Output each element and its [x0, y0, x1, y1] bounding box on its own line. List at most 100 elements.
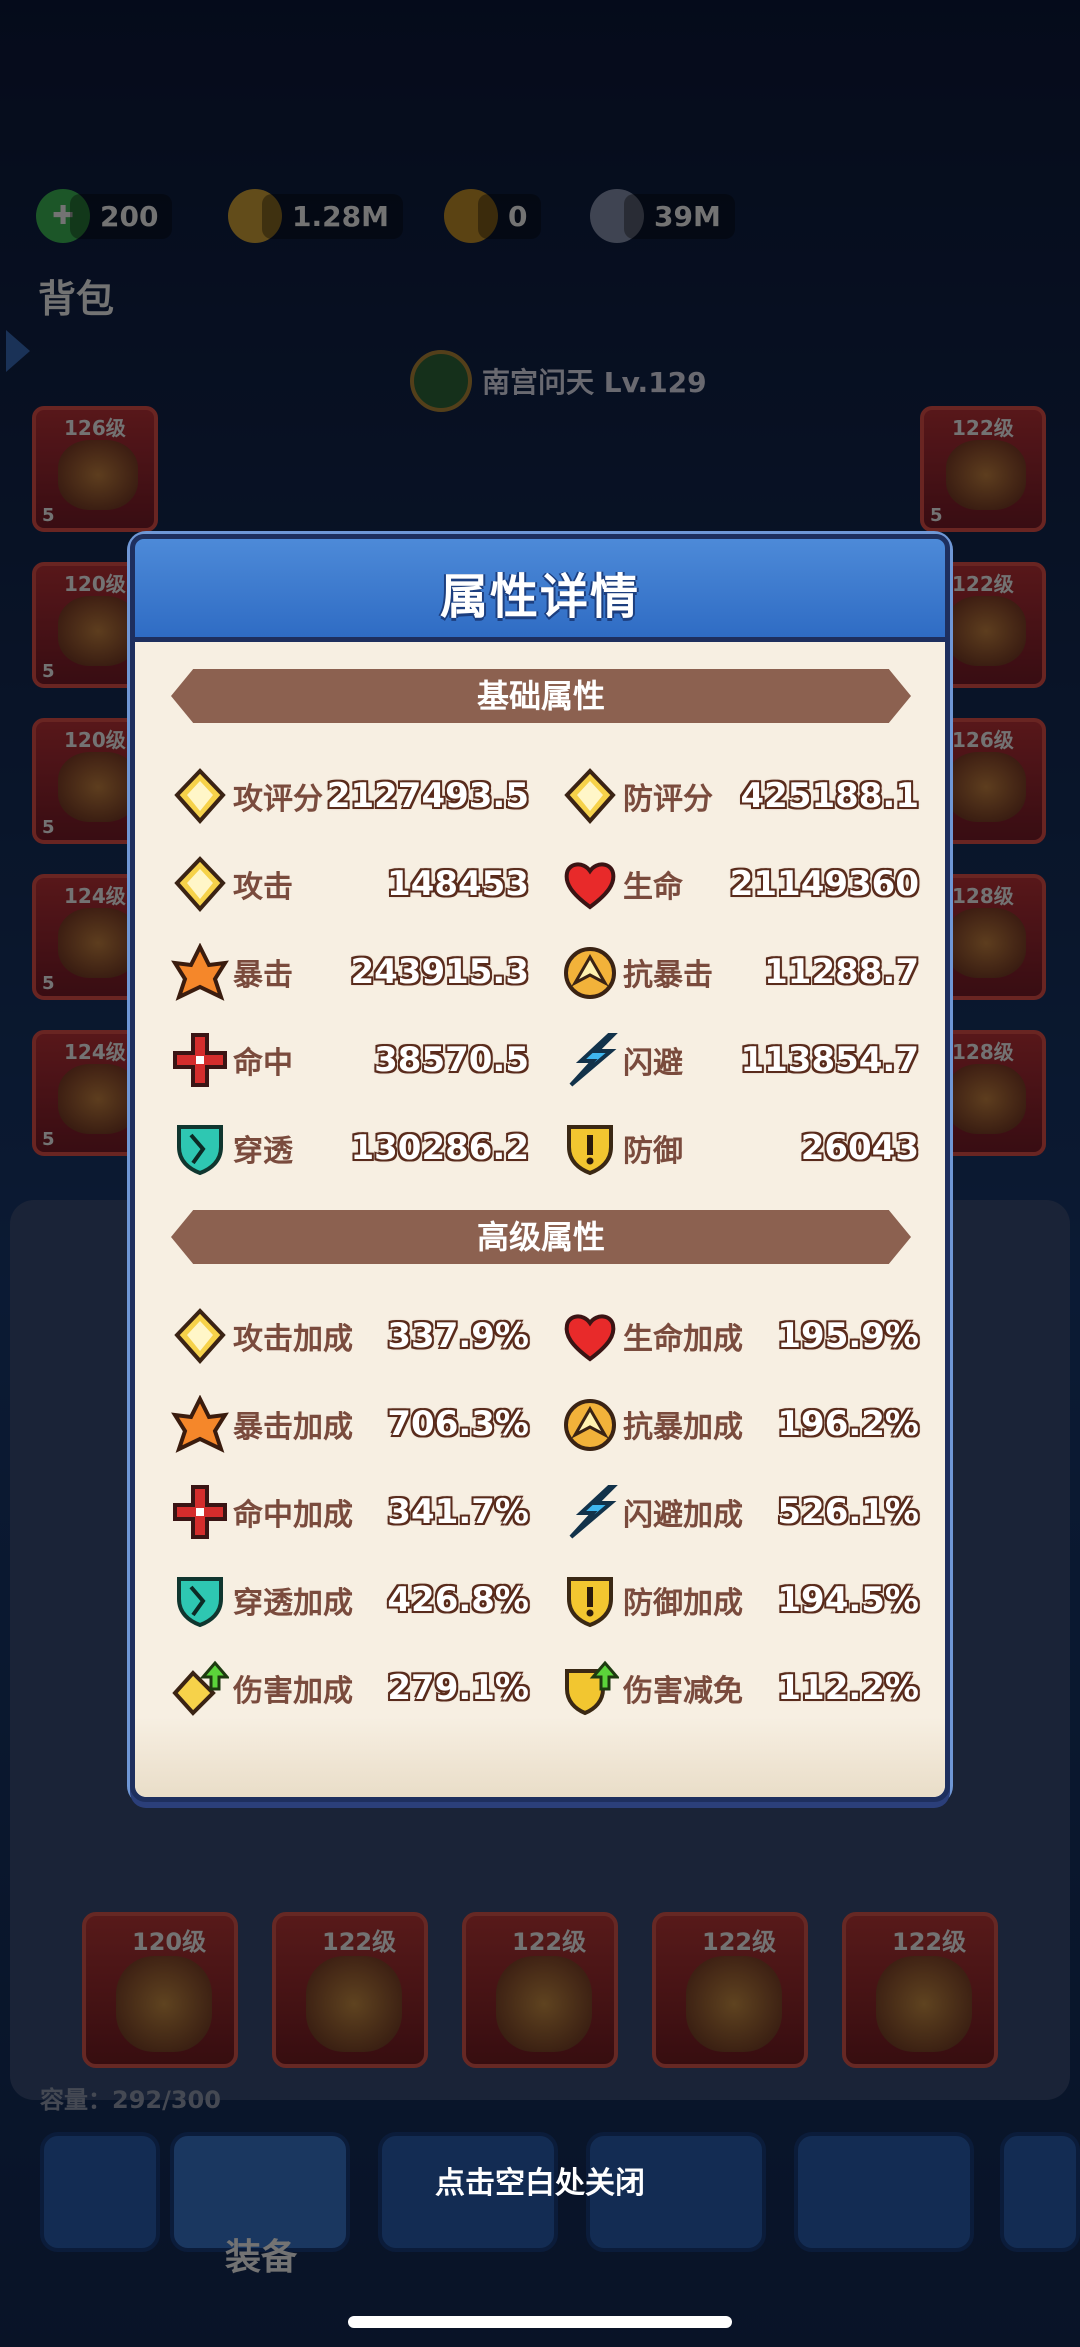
crit-resist-icon [559, 1393, 621, 1455]
modal-title: 属性详情 [439, 569, 640, 625]
hero-name-label: 南宫问天 Lv.129 [482, 366, 707, 399]
stat-name: 闪避加成 [623, 1498, 743, 1533]
crit-icon [169, 1393, 231, 1455]
home-indicator[interactable] [348, 2316, 732, 2328]
attack-icon [169, 1305, 231, 1367]
stat-value: 11288.7 [764, 952, 919, 992]
stat-row: 攻击 148453 [169, 849, 529, 919]
stat-row: 生命 21149360 [559, 849, 919, 919]
slot-level: 124级 [64, 1040, 126, 1064]
stat-value: 196.2% [777, 1404, 919, 1444]
stat-row: 暴击加成 706.3% [169, 1389, 529, 1459]
item-level: 122级 [702, 1928, 777, 1956]
advanced-attributes-label: 高级属性 [476, 1218, 605, 1256]
modal-header: 属性详情 [130, 534, 950, 642]
slot-level: 122级 [952, 416, 1014, 440]
stat-name: 命中加成 [233, 1498, 353, 1533]
modal-ground-decoration [135, 1717, 945, 1797]
defense-score-icon [559, 765, 621, 827]
currency-value: 1.28M [262, 193, 403, 239]
stat-row: 防御 26043 [559, 1113, 919, 1183]
inventory-item[interactable]: 122级 [462, 1912, 618, 2068]
stat-value: 21149360 [729, 864, 919, 904]
inventory-item[interactable]: 122级 [652, 1912, 808, 2068]
stat-name: 防评分 [623, 782, 713, 817]
slot-level: 128级 [952, 884, 1014, 908]
stat-name: 暴击 [233, 958, 293, 993]
currency-gems: ✚ 200 [36, 188, 173, 244]
slot-level: 124级 [64, 884, 126, 908]
advanced-attributes-banner: 高级属性 [171, 1210, 911, 1264]
inventory-item[interactable]: 120级 [82, 1912, 238, 2068]
stat-value: 26043 [800, 1128, 919, 1168]
slot-level: 126级 [952, 728, 1014, 752]
stat-name: 伤害减免 [623, 1674, 743, 1709]
pierce-icon [169, 1117, 231, 1179]
stat-name: 命中 [233, 1046, 293, 1081]
damage-reduce-icon [559, 1657, 621, 1719]
stat-value: 112.2% [777, 1668, 919, 1708]
shield-icon [559, 1117, 621, 1179]
stat-row: 闪避 113854.7 [559, 1025, 919, 1095]
currency-medal: 0 [444, 188, 542, 244]
slot-stars: 5 [42, 1129, 55, 1150]
stat-row: 生命加成 195.9% [559, 1301, 919, 1371]
inventory-item[interactable]: 122级 [272, 1912, 428, 2068]
stat-value: 243915.3 [350, 952, 529, 992]
stat-row: 防御加成 194.5% [559, 1565, 919, 1635]
inventory-item[interactable]: 122级 [842, 1912, 998, 2068]
stat-row: 闪避加成 526.1% [559, 1477, 919, 1547]
slot-level: 128级 [952, 1040, 1014, 1064]
stat-name: 攻评分 [233, 782, 323, 817]
pierce-icon [169, 1569, 231, 1631]
tab-equipment-label: 装备 [225, 2237, 298, 2278]
stat-row: 伤害减免 112.2% [559, 1653, 919, 1723]
currency-value: 0 [478, 193, 542, 239]
stat-name: 抗暴加成 [623, 1410, 743, 1445]
stat-name: 穿透 [233, 1134, 293, 1169]
stat-row: 穿透加成 426.8% [169, 1565, 529, 1635]
item-level: 122级 [512, 1928, 587, 1956]
stat-value: 341.7% [387, 1492, 529, 1532]
slot-level: 120级 [64, 728, 126, 752]
stat-row: 抗暴加成 196.2% [559, 1389, 919, 1459]
stat-name: 生命 [623, 870, 683, 905]
stat-row: 命中加成 341.7% [169, 1477, 529, 1547]
stat-name: 抗暴击 [623, 958, 713, 993]
slot-stars: 5 [42, 505, 55, 526]
side-expand-arrow-icon[interactable] [6, 330, 30, 372]
hero-medal-icon [410, 350, 472, 412]
currency-value: 200 [70, 193, 173, 239]
stat-value: 2127493.5 [326, 776, 529, 816]
equip-slot-left-1[interactable]: 126级 5 [32, 406, 158, 532]
stat-name: 攻击 [233, 870, 293, 905]
stat-value: 337.9% [387, 1316, 529, 1356]
shield-icon [559, 1569, 621, 1631]
equip-slot-right-1[interactable]: 122级 5 [920, 406, 1046, 532]
item-level: 122级 [892, 1928, 967, 1956]
basic-attributes-label: 基础属性 [476, 677, 605, 715]
attack-icon [169, 853, 231, 915]
stat-name: 穿透加成 [233, 1586, 353, 1621]
stat-row: 抗暴击 11288.7 [559, 937, 919, 1007]
stat-row: 防评分 425188.1 [559, 761, 919, 831]
crit-icon [169, 941, 231, 1003]
stat-row: 穿透 130286.2 [169, 1113, 529, 1183]
stat-value: 38570.5 [374, 1040, 529, 1080]
basic-attributes-banner: 基础属性 [171, 669, 911, 723]
item-level: 122级 [322, 1928, 397, 1956]
item-level: 120级 [132, 1928, 207, 1956]
currency-silver: 39M [590, 188, 735, 244]
stat-name: 闪避 [623, 1046, 683, 1081]
hero-name: 南宫问天 Lv.129 [410, 350, 707, 412]
currency-gold: 1.28M [228, 188, 403, 244]
currency-value: 39M [624, 193, 735, 239]
stat-name: 生命加成 [623, 1322, 743, 1357]
dodge-icon [559, 1481, 621, 1543]
stat-value: 194.5% [777, 1580, 919, 1620]
stat-name: 防御加成 [623, 1586, 743, 1621]
attribute-detail-modal: 属性详情 基础属性 攻评分 2127493.5 防评分 425188.1 攻击 14845… [130, 534, 950, 1802]
stat-row: 伤害加成 279.1% [169, 1653, 529, 1723]
heart-icon [559, 853, 621, 915]
stat-name: 攻击加成 [233, 1322, 353, 1357]
